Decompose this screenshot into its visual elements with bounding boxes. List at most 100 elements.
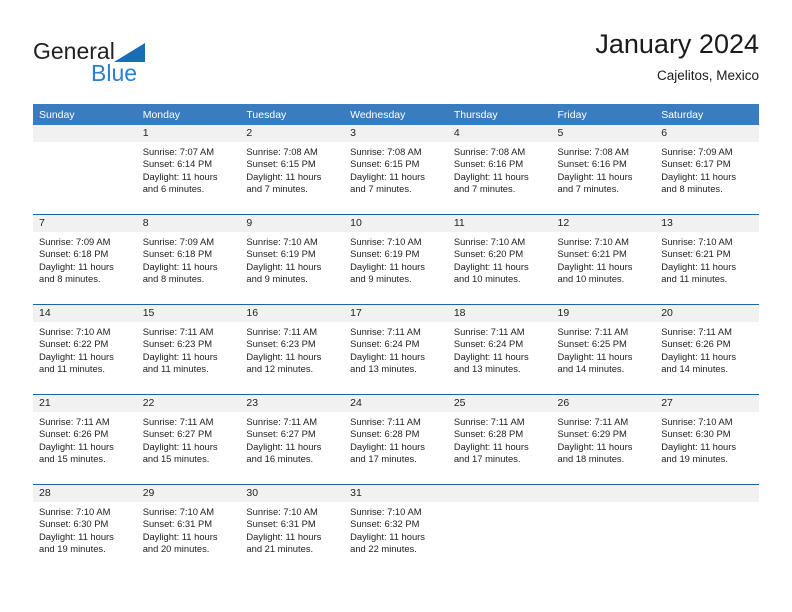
sunset-time: Sunset: 6:31 PM xyxy=(142,518,213,530)
calendar-day-cell[interactable]: 3 Sunrise: 7:08 AM Sunset: 6:15 PM Daylight… xyxy=(344,125,448,214)
sunset-time: Sunset: 6:14 PM xyxy=(142,158,213,170)
calendar-day-cell[interactable]: 5 Sunrise: 7:08 AM Sunset: 6:16 PM Daylight… xyxy=(551,125,656,214)
daylight-duration-line2: and 7 minutes. xyxy=(246,182,308,194)
sunset-time: Sunset: 6:21 PM xyxy=(661,248,731,260)
sunrise-time: Sunrise: 7:11 AM xyxy=(39,416,110,427)
day-number: 4 xyxy=(447,125,552,142)
day-sun-info: Sunrise: 7:11 AM Sunset: 6:24 PM Daylight:… xyxy=(448,322,552,375)
daylight-duration-line2: and 19 minutes. xyxy=(39,542,106,554)
daylight-duration-line2: and 10 minutes. xyxy=(557,272,625,284)
daylight-duration-line1: Daylight: 11 hours xyxy=(661,170,737,182)
day-number: 29 xyxy=(136,485,241,502)
calendar-day-cell[interactable]: 23 Sunrise: 7:11 AM Sunset: 6:27 PM Dayligh… xyxy=(240,395,345,484)
weekday-header-sunday: Sunday xyxy=(33,104,137,125)
day-number: 31 xyxy=(344,485,448,502)
weekday-header-wednesday: Wednesday xyxy=(344,104,448,125)
daylight-duration-line1: Daylight: 11 hours xyxy=(246,170,322,182)
calendar-day-cell[interactable]: 8 Sunrise: 7:09 AM Sunset: 6:18 PM Daylight… xyxy=(136,215,241,304)
calendar-day-cell[interactable]: 18 Sunrise: 7:11 AM Sunset: 6:24 PM Dayligh… xyxy=(447,305,552,394)
sunset-time: Sunset: 6:20 PM xyxy=(453,248,524,260)
day-number: 24 xyxy=(344,395,448,412)
calendar-day-cell[interactable]: 21 Sunrise: 7:11 AM Sunset: 6:26 PM Dayligh… xyxy=(33,395,137,484)
daylight-duration-line1: Daylight: 11 hours xyxy=(246,260,322,272)
calendar-day-cell[interactable]: 1 Sunrise: 7:07 AM Sunset: 6:14 PM Daylight… xyxy=(136,125,241,214)
calendar-day-cell[interactable]: 30 Sunrise: 7:10 AM Sunset: 6:31 PM Dayligh… xyxy=(240,485,345,574)
calendar-day-cell[interactable]: 16 Sunrise: 7:11 AM Sunset: 6:23 PM Dayligh… xyxy=(240,305,345,394)
day-number: 13 xyxy=(655,215,759,232)
daylight-duration-line1: Daylight: 11 hours xyxy=(661,350,737,362)
calendar-week-row: 21 Sunrise: 7:11 AM Sunset: 6:26 PM Dayligh… xyxy=(33,395,759,484)
sunset-time: Sunset: 6:25 PM xyxy=(557,338,627,350)
daylight-duration-line1: Daylight: 11 hours xyxy=(350,440,425,452)
daylight-duration-line2: and 13 minutes. xyxy=(453,362,521,374)
sunrise-time: Sunrise: 7:08 AM xyxy=(350,146,422,157)
sunrise-time: Sunrise: 7:10 AM xyxy=(246,506,318,517)
calendar-day-cell[interactable]: 6 Sunrise: 7:09 AM Sunset: 6:17 PM Daylight… xyxy=(655,125,759,214)
daylight-duration-line2: and 6 minutes. xyxy=(142,182,205,194)
sunset-time: Sunset: 6:28 PM xyxy=(453,428,524,440)
calendar-day-cell[interactable]: 27 Sunrise: 7:10 AM Sunset: 6:30 PM Dayligh… xyxy=(655,395,759,484)
calendar-day-cell[interactable]: 28 Sunrise: 7:10 AM Sunset: 6:30 PM Dayligh… xyxy=(33,485,137,574)
day-number: 16 xyxy=(240,305,345,322)
day-number: 21 xyxy=(33,395,137,412)
calendar-day-cell[interactable]: 20 Sunrise: 7:11 AM Sunset: 6:26 PM Dayligh… xyxy=(655,305,759,394)
calendar-day-cell[interactable]: 31 Sunrise: 7:10 AM Sunset: 6:32 PM Dayligh… xyxy=(344,485,448,574)
sunset-time: Sunset: 6:27 PM xyxy=(246,428,316,440)
calendar-day-cell[interactable]: 26 Sunrise: 7:11 AM Sunset: 6:29 PM Dayligh… xyxy=(551,395,656,484)
sunset-time: Sunset: 6:18 PM xyxy=(142,248,213,260)
daylight-duration-line1: Daylight: 11 hours xyxy=(350,170,425,182)
calendar-day-cell[interactable]: 13 Sunrise: 7:10 AM Sunset: 6:21 PM Dayligh… xyxy=(655,215,759,304)
daylight-duration-line2: and 7 minutes. xyxy=(453,182,516,194)
day-number: 14 xyxy=(33,305,137,322)
calendar-day-cell[interactable]: 24 Sunrise: 7:11 AM Sunset: 6:28 PM Dayligh… xyxy=(344,395,448,484)
sunrise-time: Sunrise: 7:08 AM xyxy=(453,146,526,157)
daylight-duration-line1: Daylight: 11 hours xyxy=(246,350,322,362)
day-sun-info: Sunrise: 7:11 AM Sunset: 6:27 PM Daylight:… xyxy=(240,412,344,465)
calendar-day-cell[interactable]: 12 Sunrise: 7:10 AM Sunset: 6:21 PM Dayligh… xyxy=(551,215,656,304)
sunrise-time: Sunrise: 7:11 AM xyxy=(453,416,525,427)
calendar-week-row: 7 Sunrise: 7:09 AM Sunset: 6:18 PM Daylight… xyxy=(33,215,759,304)
daylight-duration-line1: Daylight: 11 hours xyxy=(350,530,425,542)
calendar-day-cell[interactable]: 10 Sunrise: 7:10 AM Sunset: 6:19 PM Dayligh… xyxy=(344,215,448,304)
calendar-day-cell[interactable]: 14 Sunrise: 7:10 AM Sunset: 6:22 PM Dayligh… xyxy=(33,305,137,394)
calendar-day-cell[interactable]: 22 Sunrise: 7:11 AM Sunset: 6:27 PM Dayligh… xyxy=(136,395,241,484)
calendar-day-cell[interactable]: 15 Sunrise: 7:11 AM Sunset: 6:23 PM Dayligh… xyxy=(136,305,241,394)
daylight-duration-line2: and 17 minutes. xyxy=(453,452,521,464)
daylight-duration-line2: and 8 minutes. xyxy=(661,182,723,194)
day-number: 20 xyxy=(655,305,759,322)
daylight-duration-line1: Daylight: 11 hours xyxy=(661,260,737,272)
page-header: General Blue January 2024 Cajelitos, Mex… xyxy=(33,28,759,94)
sunset-time: Sunset: 6:24 PM xyxy=(350,338,420,350)
day-sun-info: Sunrise: 7:11 AM Sunset: 6:29 PM Daylight:… xyxy=(552,412,656,465)
sunrise-time: Sunrise: 7:10 AM xyxy=(350,506,422,517)
calendar-day-cell-empty xyxy=(447,485,552,574)
calendar-day-cell[interactable]: 7 Sunrise: 7:09 AM Sunset: 6:18 PM Daylight… xyxy=(33,215,137,304)
calendar-day-cell[interactable]: 17 Sunrise: 7:11 AM Sunset: 6:24 PM Dayligh… xyxy=(344,305,448,394)
daylight-duration-line1: Daylight: 11 hours xyxy=(661,440,737,452)
calendar-day-cell[interactable]: 9 Sunrise: 7:10 AM Sunset: 6:19 PM Daylight… xyxy=(240,215,345,304)
day-sun-info: Sunrise: 7:08 AM Sunset: 6:15 PM Daylight:… xyxy=(344,142,448,195)
day-number: 3 xyxy=(344,125,448,142)
calendar-day-cell[interactable]: 19 Sunrise: 7:11 AM Sunset: 6:25 PM Dayligh… xyxy=(551,305,656,394)
daylight-duration-line1: Daylight: 11 hours xyxy=(453,440,529,452)
day-sun-info: Sunrise: 7:11 AM Sunset: 6:23 PM Daylight:… xyxy=(137,322,241,375)
calendar-page: General Blue January 2024 Cajelitos, Mex… xyxy=(0,0,792,612)
daylight-duration-line2: and 22 minutes. xyxy=(350,542,417,554)
day-number: 18 xyxy=(447,305,552,322)
calendar-day-cell[interactable]: 29 Sunrise: 7:10 AM Sunset: 6:31 PM Dayligh… xyxy=(136,485,241,574)
daylight-duration-line2: and 19 minutes. xyxy=(661,452,728,464)
daylight-duration-line2: and 9 minutes. xyxy=(350,272,412,284)
day-sun-info: Sunrise: 7:11 AM Sunset: 6:24 PM Daylight:… xyxy=(344,322,448,375)
daylight-duration-line1: Daylight: 11 hours xyxy=(350,350,425,362)
day-number: 22 xyxy=(136,395,241,412)
day-number: 10 xyxy=(344,215,448,232)
calendar-day-cell[interactable]: 2 Sunrise: 7:08 AM Sunset: 6:15 PM Daylight… xyxy=(240,125,345,214)
calendar-week-row: 14 Sunrise: 7:10 AM Sunset: 6:22 PM Dayligh… xyxy=(33,305,759,394)
daylight-duration-line1: Daylight: 11 hours xyxy=(142,530,218,542)
sunrise-time: Sunrise: 7:11 AM xyxy=(453,326,525,337)
calendar-day-cell[interactable]: 25 Sunrise: 7:11 AM Sunset: 6:28 PM Dayligh… xyxy=(447,395,552,484)
calendar-day-cell-empty xyxy=(551,485,656,574)
calendar-day-cell[interactable]: 11 Sunrise: 7:10 AM Sunset: 6:20 PM Dayligh… xyxy=(447,215,552,304)
day-sun-info: Sunrise: 7:11 AM Sunset: 6:26 PM Daylight:… xyxy=(33,412,137,465)
calendar-day-cell[interactable]: 4 Sunrise: 7:08 AM Sunset: 6:16 PM Daylight… xyxy=(447,125,552,214)
